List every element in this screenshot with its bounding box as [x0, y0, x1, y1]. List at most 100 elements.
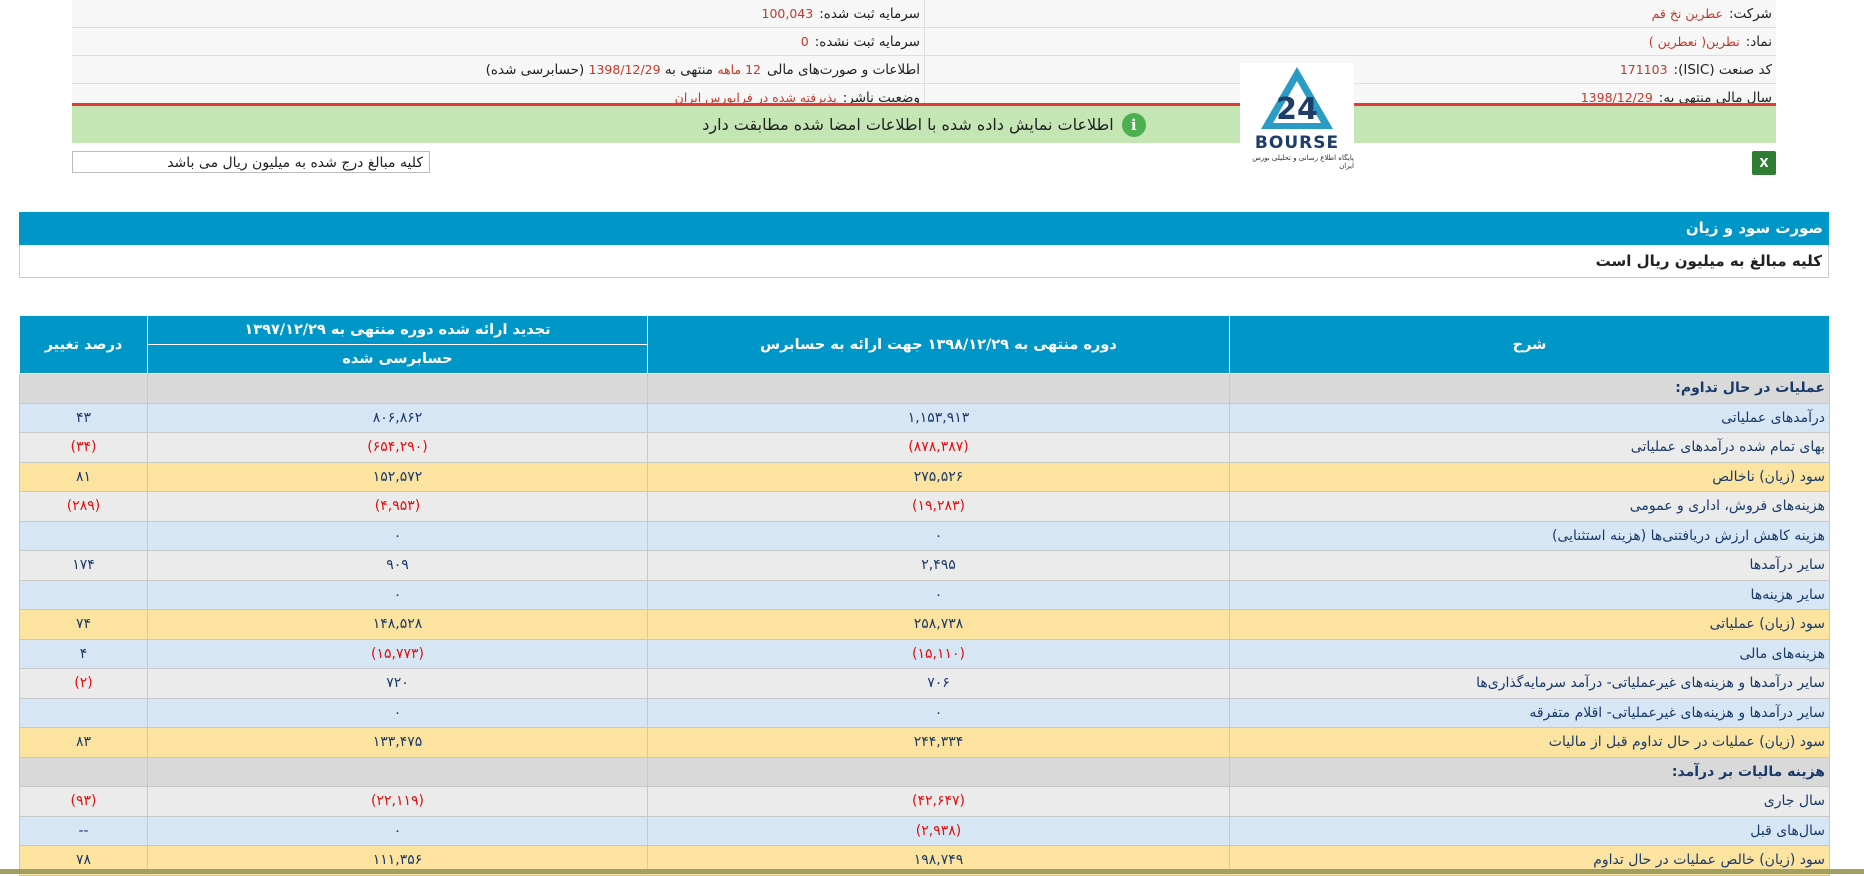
row-previous-value: ۱۵۲,۵۷۲	[147, 461, 648, 492]
row-percent-change: --	[19, 815, 148, 846]
row-description: سایر درآمدها	[1229, 550, 1830, 581]
table-row: هزینه کاهش ارزش دریافتنی‌ها (هزینه استثن…	[19, 520, 1830, 551]
table-row: عملیات در حال تداوم:	[19, 373, 1830, 404]
row-current-value: ۲۴۴,۳۳۴	[647, 727, 1230, 758]
row-previous-value	[147, 373, 648, 404]
row-current-value: ۰	[647, 697, 1230, 728]
row-previous-value: ۷۲۰	[147, 668, 648, 699]
row-description: سال جاری	[1229, 786, 1830, 817]
company-value: عطرین نخ قم	[1651, 6, 1723, 21]
row-percent-change: ۸۳	[19, 727, 148, 758]
section-unit-note: کلیه مبالغ به میلیون ریال است	[19, 245, 1829, 278]
row-current-value: ۲۵۸,۷۳۸	[647, 609, 1230, 640]
row-previous-value	[147, 756, 648, 787]
table-row: سایر درآمدها و هزینه‌های غیرعملیاتی- اقل…	[19, 697, 1830, 728]
unregistered-capital-label: سرمایه ثبت نشده:	[814, 33, 920, 50]
statements-date: 1398/12/29	[588, 62, 661, 77]
table-row: سود (زیان) ناخالص ۲۷۵,۵۲۶ ۱۵۲,۵۷۲ ۸۱	[19, 461, 1830, 492]
table-row: سایر درآمدها ۲,۴۹۵ ۹۰۹ ۱۷۴	[19, 550, 1830, 581]
verification-notice-text: اطلاعات نمایش داده شده با اطلاعات امضا ش…	[702, 115, 1114, 134]
income-statement-table: شرح دوره منتهی به ۱۳۹۸/۱۲/۲۹ جهت ارائه ب…	[19, 315, 1830, 876]
table-row: سود (زیان) عملیاتی ۲۵۸,۷۳۸ ۱۴۸,۵۲۸ ۷۴	[19, 609, 1830, 640]
header-previous-audited: حسابرسی شده	[147, 344, 648, 374]
statements-cell: اطلاعات و صورت‌های مالی 12 ماهه منتهی به…	[72, 56, 924, 83]
row-previous-value: ۱۴۸,۵۲۸	[147, 609, 648, 640]
info-row-2: نماد: نطرین( نعطرین ) سرمایه ثبت نشده: 0	[72, 28, 1776, 56]
row-description: هزینه مالیات بر درآمد:	[1229, 756, 1830, 787]
row-description: سایر هزینه‌ها	[1229, 579, 1830, 610]
excel-export-icon[interactable]: X	[1752, 151, 1776, 175]
row-percent-change: (۹۳)	[19, 786, 148, 817]
row-previous-value: (۴,۹۵۳)	[147, 491, 648, 522]
row-current-value: ۲۷۵,۵۲۶	[647, 461, 1230, 492]
header-current-period: دوره منتهی به ۱۳۹۸/۱۲/۲۹ جهت ارائه به حس…	[647, 315, 1230, 374]
symbol-value: نطرین( نعطرین )	[1648, 34, 1740, 49]
unregistered-capital-value: 0	[800, 34, 809, 49]
row-current-value: ۱,۱۵۳,۹۱۳	[647, 402, 1230, 433]
row-percent-change	[19, 520, 148, 551]
registered-capital-label: سرمایه ثبت شده:	[819, 5, 920, 22]
row-percent-change: ۴	[19, 638, 148, 669]
row-previous-value: (۲۲,۱۱۹)	[147, 786, 648, 817]
table-row: بهای تمام شده درآمدهای عملیاتی (۸۷۸,۳۸۷)(…	[19, 432, 1830, 463]
row-percent-change: (۲)	[19, 668, 148, 699]
row-description: سایر درآمدها و هزینه‌های غیرعملیاتی- درآ…	[1229, 668, 1830, 699]
row-current-value: ۲,۴۹۵	[647, 550, 1230, 581]
row-previous-value: ۹۰۹	[147, 550, 648, 581]
row-description: هزینه‌های مالی	[1229, 638, 1830, 669]
row-current-value: (۴۲,۶۴۷)	[647, 786, 1230, 817]
bourse24-logo[interactable]: 24 BOURSE پایگاه اطلاع رسانی و تحلیلی بو…	[1240, 63, 1354, 171]
row-current-value: (۱۵,۱۱۰)	[647, 638, 1230, 669]
row-current-value	[647, 756, 1230, 787]
logo-triangle-icon: 24	[1261, 67, 1333, 129]
row-description: بهای تمام شده درآمدهای عملیاتی	[1229, 432, 1830, 463]
header-description: شرح	[1229, 315, 1830, 374]
row-percent-change: ۷۴	[19, 609, 148, 640]
company-label: شرکت:	[1729, 5, 1772, 22]
row-current-value: ۷۰۶	[647, 668, 1230, 699]
table-row: سال‌های قبل (۲,۹۳۸) ۰ --	[19, 815, 1830, 846]
row-previous-value: (۱۵,۷۷۳)	[147, 638, 648, 669]
row-percent-change	[19, 756, 148, 787]
row-previous-value: ۰	[147, 815, 648, 846]
row-previous-value: ۸۰۶,۸۶۲	[147, 402, 648, 433]
row-previous-value: ۰	[147, 697, 648, 728]
registered-capital-cell: سرمایه ثبت شده: 100,043	[72, 0, 924, 27]
unit-note-box: کلیه مبالغ درج شده به میلیون ریال می باش…	[72, 151, 430, 173]
table-row: سایر درآمدها و هزینه‌های غیرعملیاتی- درآ…	[19, 668, 1830, 699]
registered-capital-value: 100,043	[761, 6, 814, 21]
table-row: هزینه مالیات بر درآمد:	[19, 756, 1830, 787]
row-current-value: (۸۷۸,۳۸۷)	[647, 432, 1230, 463]
isic-label: کد صنعت (ISIC):	[1673, 61, 1772, 78]
row-previous-value: ۰	[147, 520, 648, 551]
row-description: درآمدهای عملیاتی	[1229, 402, 1830, 433]
statements-months: 12 ماهه	[717, 62, 761, 77]
table-row: سال جاری (۴۲,۶۴۷) (۲۲,۱۱۹) (۹۳)	[19, 786, 1830, 817]
row-description: سود (زیان) عملیاتی	[1229, 609, 1830, 640]
table-row: هزینه‌های مالی (۱۵,۱۱۰) (۱۵,۷۷۳) ۴	[19, 638, 1830, 669]
row-previous-value: (۶۵۴,۲۹۰)	[147, 432, 648, 463]
row-description: سود (زیان) عملیات در حال تداوم قبل از ما…	[1229, 727, 1830, 758]
row-description: سال‌های قبل	[1229, 815, 1830, 846]
table-row: سود (زیان) عملیات در حال تداوم قبل از ما…	[19, 727, 1830, 758]
info-icon: i	[1121, 112, 1146, 137]
bottom-tab-bar	[0, 869, 1864, 874]
symbol-label: نماد:	[1745, 33, 1772, 50]
row-current-value: (۲,۹۳۸)	[647, 815, 1230, 846]
row-percent-change: (۲۸۹)	[19, 491, 148, 522]
logo-number: 24	[1276, 92, 1318, 127]
row-percent-change: ۸۱	[19, 461, 148, 492]
info-row-3: کد صنعت (ISIC): 171103 اطلاعات و صورت‌ها…	[72, 56, 1776, 84]
company-info: شرکت: عطرین نخ قم سرمایه ثبت شده: 100,04…	[72, 0, 1776, 112]
section-title: صورت سود و زیان	[19, 212, 1829, 245]
row-percent-change	[19, 579, 148, 610]
header-previous-period: تجدید ارائه شده دوره منتهی به ۱۳۹۷/۱۲/۲۹	[147, 315, 648, 345]
logo-word: BOURSE	[1254, 133, 1340, 153]
row-current-value: ۰	[647, 520, 1230, 551]
row-description: عملیات در حال تداوم:	[1229, 373, 1830, 404]
isic-value: 171103	[1619, 62, 1668, 77]
table-row: هزینه‌های فروش، اداری و عمومی (۱۹,۲۸۳) (۴,…	[19, 491, 1830, 522]
table-body: عملیات در حال تداوم: درآمدهای عملیاتی ۱,۱۵…	[19, 373, 1830, 876]
row-percent-change: (۳۴)	[19, 432, 148, 463]
row-current-value: (۱۹,۲۸۳)	[647, 491, 1230, 522]
